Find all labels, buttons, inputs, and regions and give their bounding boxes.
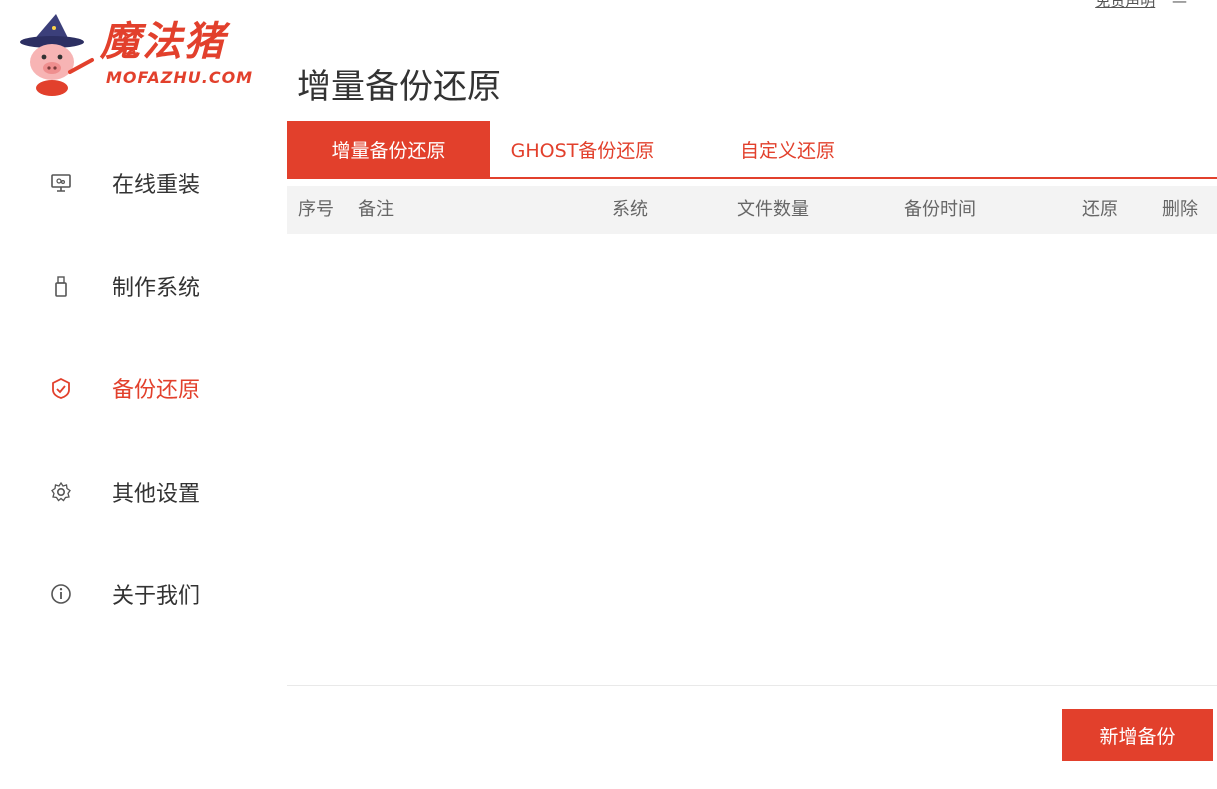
sidebar-item-label: 制作系统: [112, 276, 201, 301]
tab-custom-restore[interactable]: 自定义还原: [687, 121, 932, 177]
info-icon: [48, 581, 74, 607]
usb-icon: [48, 273, 74, 299]
content-divider: [287, 685, 1217, 686]
column-header-note: 备注: [358, 199, 394, 220]
column-header-file-count: 文件数量: [737, 199, 809, 220]
sidebar-item-about-us[interactable]: 关于我们: [48, 574, 200, 614]
backup-tabs: 增量备份还原 GHOST备份还原 自定义还原: [287, 121, 1217, 179]
sidebar-item-make-system[interactable]: 制作系统: [48, 266, 200, 306]
tab-incremental-backup[interactable]: 增量备份还原: [287, 121, 490, 177]
sidebar-item-label: 在线重装: [112, 173, 201, 198]
brand-name-en: MOFAZHU.COM: [106, 68, 254, 87]
column-header-backup-time: 备份时间: [904, 199, 976, 220]
column-header-index: 序号: [298, 199, 334, 220]
column-header-delete: 删除: [1162, 199, 1198, 220]
sidebar-item-label: 其他设置: [112, 482, 201, 507]
table-header: 序号 备注 系统 文件数量 备份时间 还原 删除: [287, 186, 1217, 234]
disclaimer-link[interactable]: 免责声明: [1095, 0, 1155, 10]
tab-ghost-backup[interactable]: GHOST备份还原: [490, 121, 675, 177]
page-title: 增量备份还原: [297, 66, 501, 107]
sidebar-item-online-reinstall[interactable]: 在线重装: [48, 163, 200, 203]
pig-wizard-mascot-icon: [20, 14, 94, 96]
gear-icon: [48, 479, 74, 505]
sidebar-item-backup-restore[interactable]: 备份还原: [48, 368, 200, 408]
app-logo: 魔法猪 MOFAZHU.COM: [12, 10, 262, 96]
backup-icon: [48, 375, 74, 401]
sidebar-item-other-settings[interactable]: 其他设置: [48, 472, 200, 512]
minimize-button[interactable]: —: [1172, 0, 1187, 10]
column-header-restore: 还原: [1082, 199, 1118, 220]
add-backup-button[interactable]: 新增备份: [1062, 709, 1213, 761]
sidebar-item-label: 备份还原: [112, 378, 201, 403]
monitor-icon: [48, 170, 74, 196]
window-controls: 免责声明 —: [1095, 0, 1187, 11]
brand-name-cn: 魔法猪: [100, 18, 226, 65]
sidebar-item-label: 关于我们: [112, 584, 201, 609]
column-header-system: 系统: [612, 199, 648, 220]
